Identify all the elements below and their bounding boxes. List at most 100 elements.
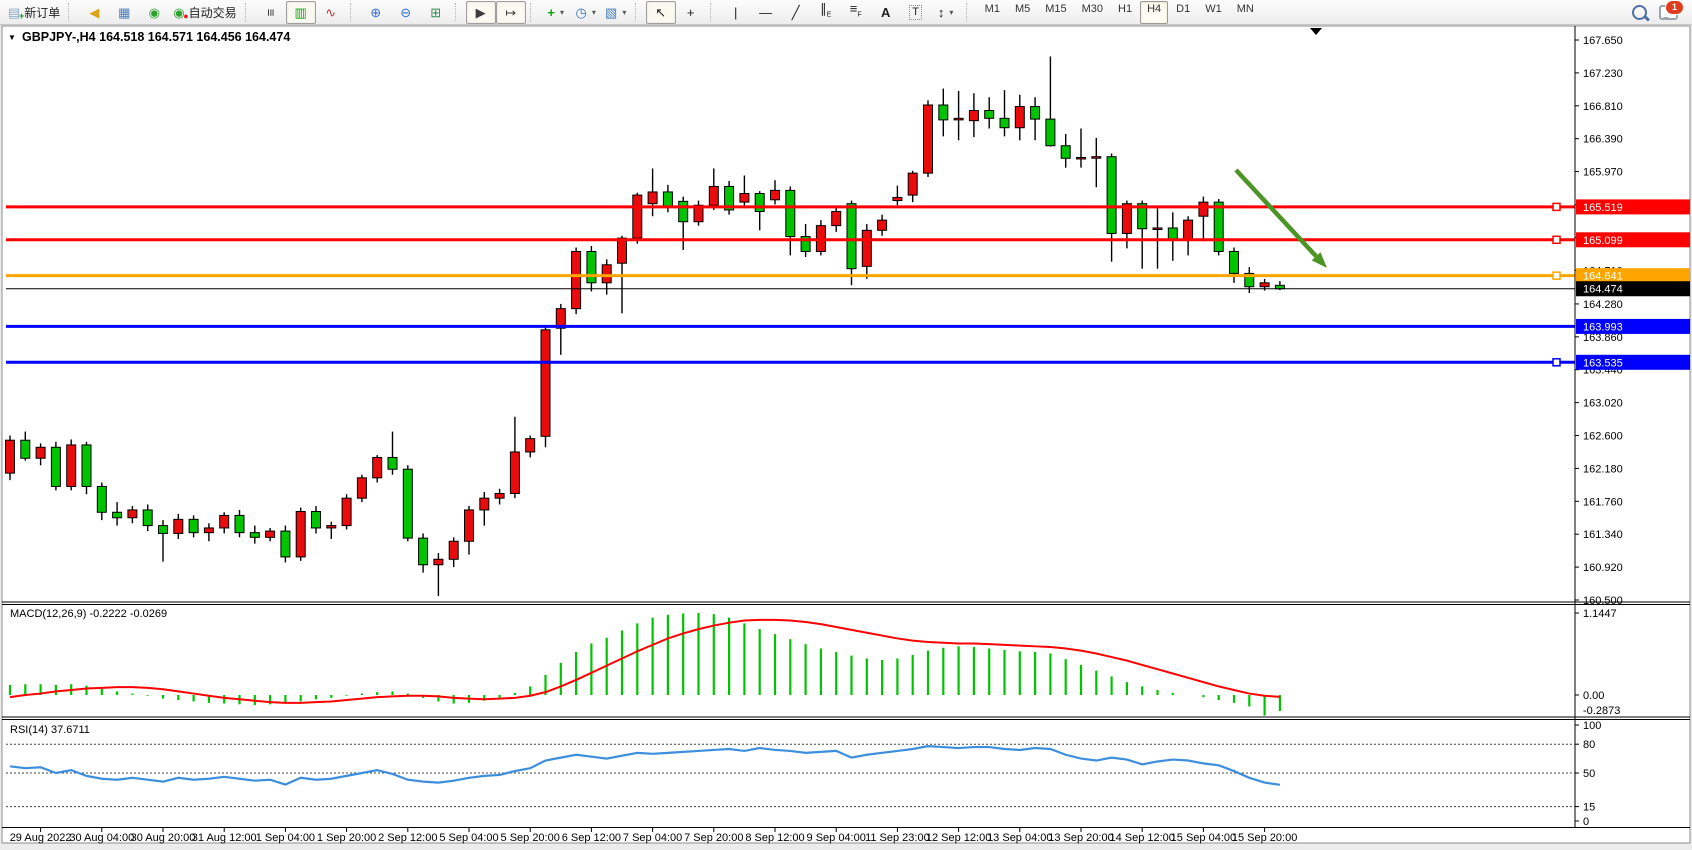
bars-icon: ≡ [264,8,277,16]
price-tick-label: 160.500 [1583,595,1623,607]
candle-chart-button[interactable]: ▥ [286,1,316,24]
date-label: 5 Sep 20:00 [501,832,560,844]
periods-button[interactable]: ◷▾ [571,1,601,24]
signals-icon: ◉ [149,6,160,19]
candle-body [1077,157,1086,159]
new-order-button-label: 新订单 [24,4,60,21]
candle-body [373,457,382,477]
news-button[interactable]: ▦ [109,1,139,24]
resistance-line-2-handle[interactable] [1553,236,1560,243]
timeframe-w1-button[interactable]: W1 [1198,1,1229,24]
bar-chart-button[interactable]: ≡ [256,1,286,24]
chat-icon[interactable]: 1 [1659,5,1678,20]
megaphone-icon: ◀ [89,6,99,19]
icon-subscript: E [827,12,832,19]
chart-shift-button[interactable]: ↦ [496,1,526,24]
autotrading-button[interactable]: ◉●自动交易 [169,1,240,24]
candle-body [357,478,366,498]
date-label: 31 Aug 12:00 [192,832,257,844]
rsi-axis-label: 100 [1583,720,1601,732]
zoom-in-button[interactable]: ⊕ [361,1,391,24]
template-icon: ▧ [605,6,617,19]
candle-body [1107,157,1116,234]
pivot-line-badge: 164.641 [1576,268,1690,283]
trendline-button[interactable]: ╱ [781,1,811,24]
candle-body [388,457,397,469]
chevron-down-icon[interactable]: ▾ [949,8,953,17]
badge-label: 164.641 [1583,271,1623,283]
templates-button[interactable]: ▧▾ [601,1,631,24]
candle-body [1000,118,1009,127]
arrows-button[interactable]: ↕▾ [931,1,961,24]
timeframe-d1-button[interactable]: D1 [1169,1,1197,24]
chevron-down-icon[interactable]: ▾ [622,8,626,17]
candle-body [434,559,443,564]
candle-body [602,265,611,283]
fibonacci-button[interactable]: ≡F [841,1,871,24]
candle-body [663,192,672,207]
vertical-line-button[interactable]: | [721,1,751,24]
candle-body [143,510,152,526]
timeframe-group: M1M5M15M30H1H4D1W1MN [978,1,1261,24]
horizontal-line-button[interactable]: — [751,1,781,24]
candle-body [1153,228,1162,230]
search-icon[interactable] [1632,5,1647,20]
candle-body [342,498,351,525]
candle-body [878,220,887,230]
support-line-2-handle[interactable] [1553,359,1560,366]
autotrading-button-label: 自动交易 [189,4,237,21]
rsi-axis-label: 50 [1583,768,1595,780]
candle-body [847,204,856,269]
cursor-icon: ↖ [655,6,666,19]
candle-body [510,452,519,494]
alerts-button[interactable]: ◀ [79,1,109,24]
fibonacci-icon: ≡F [850,2,862,22]
price-tick-label: 160.920 [1583,562,1623,574]
candle-body [403,469,412,538]
timeframe-mn-button[interactable]: MN [1230,1,1261,24]
label-button[interactable]: T [901,1,931,24]
tile-windows-button[interactable]: ⊞ [421,1,451,24]
crosshair-button[interactable]: + [676,1,706,24]
chevron-down-icon[interactable]: ▾ [592,8,596,17]
channel-button[interactable]: ∥E [811,1,841,24]
linechart-icon: ∿ [325,6,336,19]
date-label: 15 Sep 20:00 [1232,832,1297,844]
date-label: 12 Sep 12:00 [926,832,991,844]
timeframe-m15-button[interactable]: M15 [1038,1,1073,24]
timeframe-m1-button[interactable]: M1 [978,1,1007,24]
chart-area[interactable]: 167.650167.230166.810166.390165.970165.5… [0,0,1692,850]
price-tick-label: 161.340 [1583,529,1623,541]
price-tick-label: 164.280 [1583,299,1623,311]
candle-body [281,531,290,557]
text-button[interactable]: A [871,1,901,24]
date-label: 30 Aug 04:00 [69,832,134,844]
date-label: 9 Sep 04:00 [807,832,866,844]
candle-body [618,238,627,263]
chevron-down-icon[interactable]: ▾ [560,8,564,17]
new-order-button[interactable]: ▤+ 新订单 [4,1,64,24]
cursor-button[interactable]: ↖ [646,1,676,24]
badge-label: 165.519 [1583,202,1623,214]
date-label: 2 Sep 12:00 [378,832,437,844]
date-label: 5 Sep 04:00 [439,832,498,844]
timeframe-h1-button[interactable]: H1 [1111,1,1139,24]
candle-body [633,195,642,238]
timeframe-m5-button[interactable]: M5 [1008,1,1037,24]
timeframe-m30-button[interactable]: M30 [1075,1,1110,24]
signals-button[interactable]: ◉ [139,1,169,24]
date-label: 30 Aug 20:00 [131,832,196,844]
resistance-line-1-handle[interactable] [1553,203,1560,210]
vline-icon: | [734,6,737,19]
pivot-line-handle[interactable] [1553,272,1560,279]
candles-icon: ▥ [295,6,307,19]
timeframe-h4-button[interactable]: H4 [1140,1,1168,24]
date-label: 7 Sep 20:00 [684,832,743,844]
zoom-out-button[interactable]: ⊖ [391,1,421,24]
auto-scroll-button[interactable]: ▶ [466,1,496,24]
candle-body [786,190,795,236]
line-chart-button[interactable]: ∿ [316,1,346,24]
date-label: 11 Sep 23:00 [865,832,930,844]
indicators-button[interactable]: +▾ [541,1,571,24]
doc-plus-icon: ▤+ [8,6,20,19]
